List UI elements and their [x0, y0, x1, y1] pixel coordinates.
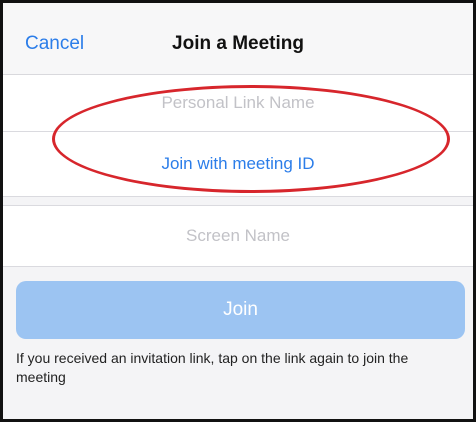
personal-link-name-placeholder: Personal Link Name	[161, 93, 315, 112]
navigation-bar: Cancel Join a Meeting	[3, 3, 473, 75]
page-title: Join a Meeting	[172, 33, 304, 54]
screen-name-placeholder: Screen Name	[186, 226, 290, 245]
screen-frame: Cancel Join a Meeting Personal Link Name…	[0, 0, 476, 422]
join-button-label: Join	[223, 299, 258, 320]
join-button[interactable]: Join	[16, 281, 465, 339]
join-with-meeting-id-row[interactable]: Join with meeting ID	[3, 132, 473, 197]
join-with-meeting-id-link[interactable]: Join with meeting ID	[161, 154, 314, 174]
screen-name-field[interactable]: Screen Name	[3, 205, 473, 267]
invitation-hint-text: If you received an invitation link, tap …	[16, 350, 409, 385]
personal-link-name-field[interactable]: Personal Link Name	[3, 75, 473, 132]
